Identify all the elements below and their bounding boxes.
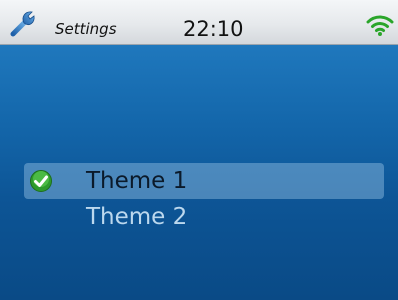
theme-option-2[interactable]: Theme 2 xyxy=(24,199,384,235)
app-title: Settings xyxy=(55,20,117,38)
clock: 22:10 xyxy=(183,17,244,41)
check-icon xyxy=(30,170,52,192)
theme-option-1[interactable]: Theme 1 xyxy=(24,163,384,199)
theme-label: Theme 1 xyxy=(86,168,188,194)
wrench-icon xyxy=(10,11,35,37)
status-bar: Settings 22:10 xyxy=(0,0,398,45)
theme-list: Theme 1 Theme 2 xyxy=(24,163,384,235)
theme-label: Theme 2 xyxy=(86,204,188,230)
settings-screen: Settings 22:10 Theme 1 Theme 2 xyxy=(0,0,398,300)
content-area: Theme 1 Theme 2 xyxy=(0,45,398,300)
wifi-icon xyxy=(366,15,394,36)
